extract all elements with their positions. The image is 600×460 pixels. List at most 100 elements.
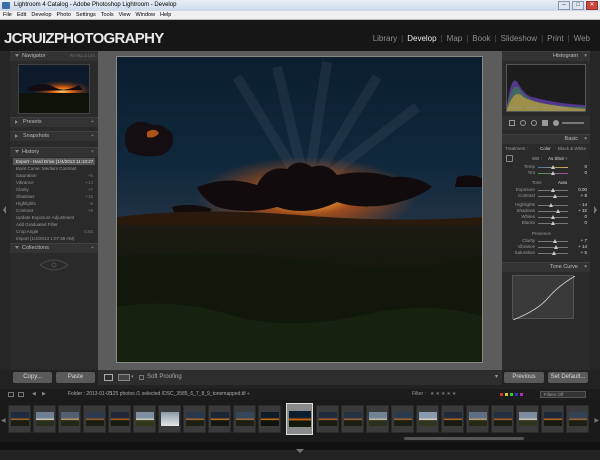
history-item[interactable]: Highlights -6	[13, 200, 95, 207]
contrast-knob[interactable]	[553, 194, 557, 198]
filter-dropdown[interactable]: Filters Off	[540, 391, 586, 398]
history-item[interactable]: Add Graduated Filter	[13, 221, 95, 228]
temp-value[interactable]: 0	[584, 164, 587, 169]
filmstrip-thumb[interactable]	[133, 405, 156, 433]
highlights-value[interactable]: - 14	[579, 202, 587, 207]
histogram[interactable]: ISO 200 23mm f/11 1/250 sec	[506, 64, 586, 112]
history-item[interactable]: Update Exposure Adjustment	[13, 214, 95, 221]
filmstrip-thumb[interactable]	[416, 405, 439, 433]
menu-tools[interactable]: Tools	[101, 11, 114, 19]
menu-view[interactable]: View	[119, 11, 131, 19]
contrast-slider[interactable]: Contrast + 8	[502, 193, 590, 199]
contrast-value[interactable]: + 8	[581, 193, 587, 198]
history-header[interactable]: History ×	[10, 147, 98, 157]
filmstrip-thumb[interactable]	[158, 405, 181, 433]
filmstrip-thumb[interactable]	[233, 405, 256, 433]
filmstrip-thumb[interactable]	[33, 405, 56, 433]
vibrance-knob[interactable]	[554, 245, 558, 249]
history-item[interactable]: Clarity +7	[13, 186, 95, 193]
module-map[interactable]: Map	[443, 34, 467, 43]
history-item[interactable]: Export - Hard Drive (1/4/2013 11:10:27 .…	[13, 158, 95, 171]
vibrance-value[interactable]: + 14	[578, 244, 587, 249]
filmstrip-thumb[interactable]	[516, 405, 539, 433]
saturation-slider[interactable]: Saturation + 5	[502, 250, 590, 256]
collections-header[interactable]: Collections +	[10, 243, 98, 253]
filmstrip-thumb[interactable]	[8, 405, 31, 433]
zoom-2-1[interactable]: 2:1	[90, 54, 95, 58]
back-arrow-icon[interactable]: ◀	[32, 389, 36, 400]
filmstrip-thumb[interactable]	[58, 405, 81, 433]
minimize-icon[interactable]: –	[558, 1, 570, 10]
menu-file[interactable]: File	[3, 11, 12, 19]
saturation-value[interactable]: + 5	[581, 250, 587, 255]
add-collection-icon[interactable]: +	[91, 244, 94, 253]
add-preset-icon[interactable]: +	[91, 118, 94, 127]
left-panel-edge[interactable]	[0, 51, 10, 370]
blacks-slider[interactable]: Blacks 0	[502, 220, 590, 226]
whites-value[interactable]: 0	[584, 214, 587, 219]
module-develop[interactable]: Develop	[403, 34, 440, 43]
maximize-icon[interactable]: □	[572, 1, 584, 10]
blacks-value[interactable]: 0	[584, 220, 587, 225]
vibrance-track[interactable]	[538, 247, 568, 248]
paste-button[interactable]: Paste	[56, 372, 95, 383]
highlights-track[interactable]	[538, 205, 568, 206]
filmstrip-thumb[interactable]	[83, 405, 106, 433]
whites-knob[interactable]	[551, 215, 555, 219]
green-label-icon[interactable]	[510, 393, 513, 396]
forward-arrow-icon[interactable]: ▶	[42, 389, 46, 400]
filmstrip-thumb[interactable]	[491, 405, 514, 433]
toolbar-menu-icon[interactable]: ▾	[495, 370, 498, 385]
star-filter-icon[interactable]: ★★★★★	[430, 389, 457, 400]
history-item[interactable]: Contrast +8	[13, 207, 95, 214]
blacks-knob[interactable]	[551, 221, 555, 225]
filmstrip-thumb[interactable]	[108, 405, 131, 433]
tint-slider[interactable]: Tint 0	[502, 170, 590, 176]
set-default-button[interactable]: Set Default...	[548, 372, 588, 383]
spot-removal-icon[interactable]	[520, 120, 526, 126]
second-window-icon[interactable]	[18, 392, 24, 397]
yellow-label-icon[interactable]	[505, 393, 508, 396]
history-item[interactable]: Shadows +15	[13, 193, 95, 200]
shadows-knob[interactable]	[556, 209, 560, 213]
filmstrip-thumb[interactable]	[366, 405, 389, 433]
history-item[interactable]: Import (1/4/2013 1:07:48 AM)	[13, 235, 95, 242]
loupe-view-icon[interactable]	[104, 374, 113, 381]
filmstrip-thumb-selected[interactable]	[286, 403, 313, 435]
filmstrip-thumb[interactable]	[183, 405, 206, 433]
tint-value[interactable]: 0	[584, 170, 587, 175]
color-label-filter[interactable]	[500, 393, 523, 396]
exposure-value[interactable]: 0.00	[578, 187, 587, 192]
tint-knob[interactable]	[551, 171, 555, 175]
temp-knob[interactable]	[551, 165, 555, 169]
menu-edit[interactable]: Edit	[17, 11, 26, 19]
blue-label-icon[interactable]	[515, 393, 518, 396]
crop-tool-icon[interactable]	[509, 120, 515, 126]
filmstrip-thumb[interactable]	[258, 405, 281, 433]
before-after-icon[interactable]	[118, 374, 130, 381]
history-item[interactable]: Point Curve: Medium Contrast	[13, 165, 95, 172]
clarity-value[interactable]: + 7	[581, 238, 587, 243]
scroll-right-icon[interactable]: ▶	[594, 417, 599, 424]
close-icon[interactable]: ✕	[586, 1, 598, 10]
tone-curve-graph[interactable]	[512, 275, 576, 321]
treatment-color-option[interactable]: Color	[540, 144, 551, 154]
zoom-fill[interactable]: FILL	[76, 54, 83, 58]
main-photo[interactable]	[116, 56, 483, 363]
highlights-knob[interactable]	[549, 203, 553, 207]
tone-curve-header[interactable]: Tone Curve ▾	[502, 262, 590, 272]
shadows-value[interactable]: + 32	[578, 208, 587, 213]
graduated-filter-icon[interactable]	[542, 120, 548, 126]
bottom-panel-edge[interactable]	[0, 442, 600, 453]
menu-help[interactable]: Help	[160, 11, 171, 19]
menu-photo[interactable]: Photo	[57, 11, 71, 19]
previous-button[interactable]: Previous	[504, 372, 544, 383]
filmstrip-thumb[interactable]	[441, 405, 464, 433]
presets-header[interactable]: Presets +	[10, 117, 98, 127]
collapse-tone-curve-icon[interactable]: ▾	[584, 263, 587, 272]
module-book[interactable]: Book	[468, 34, 494, 43]
module-library[interactable]: Library	[369, 34, 401, 43]
module-print[interactable]: Print	[543, 34, 567, 43]
filmstrip-thumb[interactable]	[316, 405, 339, 433]
soft-proofing-checkbox[interactable]	[139, 375, 144, 380]
